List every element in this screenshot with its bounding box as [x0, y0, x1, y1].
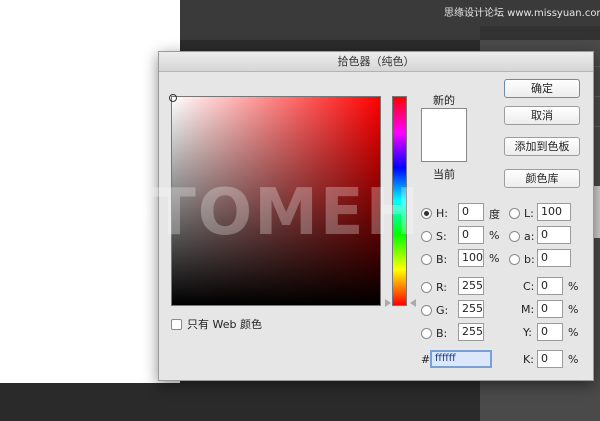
saturation-radio[interactable] — [421, 230, 432, 242]
hue-slider[interactable] — [392, 96, 407, 306]
red-field-row[interactable]: R: — [421, 277, 447, 297]
color-field-marker-icon[interactable] — [169, 94, 177, 102]
cyan-unit: % — [568, 280, 579, 293]
hue-label: H: — [436, 206, 448, 220]
saturation-field-row[interactable]: S: — [421, 226, 447, 246]
hex-label: # — [421, 353, 431, 366]
cancel-button[interactable]: 取消 — [504, 106, 580, 125]
red-label: R: — [436, 280, 448, 294]
color-preview-swatch — [421, 108, 467, 162]
brightness-radio[interactable] — [421, 253, 432, 265]
saturation-unit: % — [489, 229, 500, 242]
hue-slider-right-arrow-icon[interactable] — [410, 299, 416, 307]
black-unit: % — [568, 353, 579, 366]
hue-slider-left-arrow-icon[interactable] — [385, 299, 391, 307]
brightness-field-row[interactable]: B: — [421, 249, 447, 269]
only-web-colors-checkbox[interactable] — [171, 318, 182, 330]
brightness-input[interactable]: 100 — [458, 249, 484, 267]
color-libraries-button[interactable]: 颜色库 — [504, 169, 580, 188]
blue-label: B: — [436, 326, 448, 340]
red-radio[interactable] — [421, 281, 432, 293]
magenta-label: M: — [521, 303, 535, 316]
green-field-row[interactable]: G: — [421, 300, 448, 320]
b-channel-input[interactable]: 0 — [537, 249, 571, 267]
magenta-input[interactable]: 0 — [537, 300, 563, 318]
brightness-unit: % — [489, 252, 500, 265]
a-channel-label: a: — [524, 229, 535, 243]
dialog-title: 拾色器（纯色） — [159, 52, 593, 72]
brightness-label: B: — [436, 252, 448, 266]
cyan-label: C: — [523, 280, 535, 293]
document-canvas[interactable] — [0, 0, 180, 383]
yellow-input[interactable]: 0 — [537, 323, 563, 341]
cyan-input[interactable]: 0 — [537, 277, 563, 295]
a-channel-radio[interactable] — [509, 230, 520, 242]
b-channel-radio[interactable] — [509, 253, 520, 265]
b-channel-field-row[interactable]: b: — [509, 249, 535, 269]
hue-field-row[interactable]: H: — [421, 203, 448, 223]
lightness-radio[interactable] — [509, 207, 520, 219]
yellow-unit: % — [568, 326, 579, 339]
lightness-field-row[interactable]: L: — [509, 203, 534, 223]
only-web-colors-label: 只有 Web 颜色 — [187, 318, 262, 331]
lightness-label: L: — [524, 206, 534, 220]
saturation-label: S: — [436, 229, 447, 243]
lightness-input[interactable]: 100 — [537, 203, 571, 221]
a-channel-field-row[interactable]: a: — [509, 226, 534, 246]
black-label: K: — [523, 353, 534, 366]
hue-input[interactable]: 0 — [458, 203, 484, 221]
magenta-unit: % — [568, 303, 579, 316]
green-label: G: — [436, 303, 449, 317]
hue-unit: 度 — [489, 208, 500, 221]
a-channel-input[interactable]: 0 — [537, 226, 571, 244]
red-input[interactable]: 255 — [458, 277, 484, 295]
blue-radio[interactable] — [421, 327, 432, 339]
site-watermark: 思缘设计论坛 www.missyuan.com — [444, 8, 600, 19]
current-color-label: 当前 — [433, 168, 455, 181]
saturation-input[interactable]: 0 — [458, 226, 484, 244]
blue-field-row[interactable]: B: — [421, 323, 447, 343]
color-picker-dialog: 拾色器（纯色） 只有 Web 颜色 新的 当前 确定 取消 添加到色板 颜色库 … — [158, 51, 594, 381]
bottom-bar — [0, 383, 480, 421]
new-color-label: 新的 — [433, 94, 455, 107]
green-radio[interactable] — [421, 304, 432, 316]
hex-color-input[interactable]: ffffff — [430, 350, 492, 368]
yellow-label: Y: — [523, 326, 532, 339]
panel-tab-bar — [480, 26, 600, 40]
b-channel-label: b: — [524, 252, 535, 266]
only-web-colors-option[interactable]: 只有 Web 颜色 — [171, 317, 262, 331]
hue-radio[interactable] — [421, 207, 432, 219]
green-input[interactable]: 255 — [458, 300, 484, 318]
add-to-swatches-button[interactable]: 添加到色板 — [504, 137, 580, 156]
blue-input[interactable]: 255 — [458, 323, 484, 341]
black-input[interactable]: 0 — [537, 350, 563, 368]
color-field[interactable] — [169, 94, 381, 306]
ok-button[interactable]: 确定 — [504, 79, 580, 98]
